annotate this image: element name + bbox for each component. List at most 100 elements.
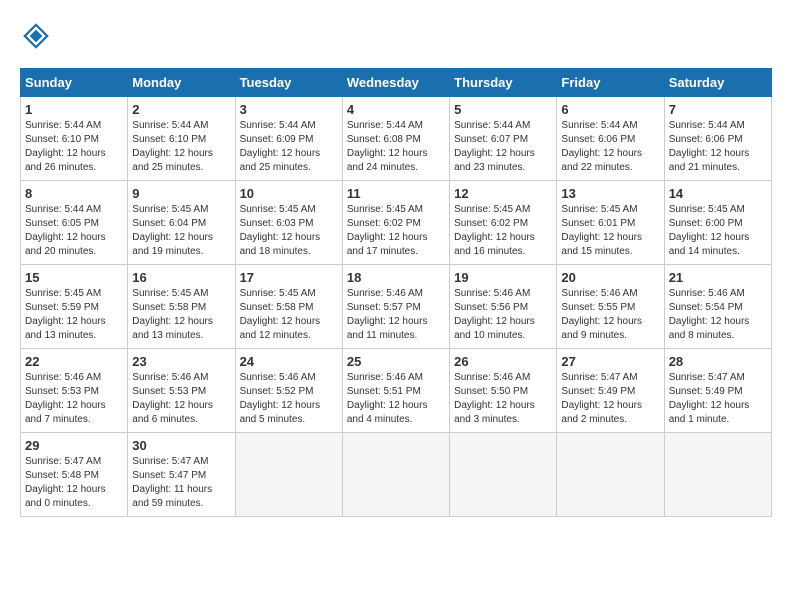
cell-details: Sunrise: 5:45 AM Sunset: 5:59 PM Dayligh… (25, 287, 123, 343)
day-number: 28 (669, 354, 767, 369)
calendar-week-row: 22 Sunrise: 5:46 AM Sunset: 5:53 PM Dayli… (21, 349, 772, 433)
cell-details: Sunrise: 5:47 AM Sunset: 5:49 PM Dayligh… (561, 371, 659, 427)
day-number: 30 (132, 438, 230, 453)
calendar-cell: 17 Sunrise: 5:45 AM Sunset: 5:58 PM Dayli… (235, 265, 342, 349)
cell-details: Sunrise: 5:45 AM Sunset: 6:01 PM Dayligh… (561, 203, 659, 259)
logo (20, 20, 56, 52)
calendar-cell: 22Sunrise: 5:46 AM Sunset: 5:53 PM Dayli… (21, 349, 128, 433)
cell-details: Sunrise: 5:45 AM Sunset: 5:58 PM Dayligh… (240, 287, 338, 343)
day-number: 17 (240, 270, 338, 285)
calendar-week-row: 15Sunrise: 5:45 AM Sunset: 5:59 PM Dayli… (21, 265, 772, 349)
day-number: 11 (347, 186, 445, 201)
cell-details: Sunrise: 5:44 AM Sunset: 6:06 PM Dayligh… (669, 119, 767, 175)
day-number: 26 (454, 354, 552, 369)
logo-icon (20, 20, 52, 52)
day-number: 16 (132, 270, 230, 285)
calendar-cell: 3Sunrise: 5:44 AM Sunset: 6:09 PM Daylig… (235, 97, 342, 181)
cell-details: Sunrise: 5:46 AM Sunset: 5:55 PM Dayligh… (561, 287, 659, 343)
cell-details: Sunrise: 5:45 AM Sunset: 6:02 PM Dayligh… (454, 203, 552, 259)
calendar-week-row: 29Sunrise: 5:47 AM Sunset: 5:48 PM Dayli… (21, 433, 772, 517)
calendar-cell: 26Sunrise: 5:46 AM Sunset: 5:50 PM Dayli… (450, 349, 557, 433)
cell-details: Sunrise: 5:46 AM Sunset: 5:51 PM Dayligh… (347, 371, 445, 427)
calendar-cell (235, 433, 342, 517)
day-number: 7 (669, 102, 767, 117)
weekday-header-wednesday: Wednesday (342, 69, 449, 97)
cell-details: Sunrise: 5:47 AM Sunset: 5:48 PM Dayligh… (25, 455, 123, 511)
cell-details: Sunrise: 5:44 AM Sunset: 6:07 PM Dayligh… (454, 119, 552, 175)
calendar-header: SundayMondayTuesdayWednesdayThursdayFrid… (21, 69, 772, 97)
cell-details: Sunrise: 5:46 AM Sunset: 5:52 PM Dayligh… (240, 371, 338, 427)
calendar-cell: 20 Sunrise: 5:46 AM Sunset: 5:55 PM Dayli… (557, 265, 664, 349)
day-number: 13 (561, 186, 659, 201)
calendar-table: SundayMondayTuesdayWednesdayThursdayFrid… (20, 68, 772, 517)
day-number: 4 (347, 102, 445, 117)
cell-details: Sunrise: 5:45 AM Sunset: 6:03 PM Dayligh… (240, 203, 338, 259)
calendar-cell: 11 Sunrise: 5:45 AM Sunset: 6:02 PM Dayli… (342, 181, 449, 265)
day-number: 19 (454, 270, 552, 285)
weekday-header-tuesday: Tuesday (235, 69, 342, 97)
calendar-cell: 13 Sunrise: 5:45 AM Sunset: 6:01 PM Dayli… (557, 181, 664, 265)
page-header (20, 20, 772, 52)
cell-details: Sunrise: 5:46 AM Sunset: 5:54 PM Dayligh… (669, 287, 767, 343)
day-number: 25 (347, 354, 445, 369)
calendar-cell (557, 433, 664, 517)
day-number: 1 (25, 102, 123, 117)
calendar-cell: 6 Sunrise: 5:44 AM Sunset: 6:06 PM Daylig… (557, 97, 664, 181)
cell-details: Sunrise: 5:44 AM Sunset: 6:06 PM Dayligh… (561, 119, 659, 175)
day-number: 14 (669, 186, 767, 201)
calendar-cell: 23 Sunrise: 5:46 AM Sunset: 5:53 PM Dayli… (128, 349, 235, 433)
cell-details: Sunrise: 5:46 AM Sunset: 5:53 PM Dayligh… (132, 371, 230, 427)
cell-details: Sunrise: 5:45 AM Sunset: 6:00 PM Dayligh… (669, 203, 767, 259)
cell-details: Sunrise: 5:44 AM Sunset: 6:10 PM Dayligh… (25, 119, 123, 175)
cell-details: Sunrise: 5:44 AM Sunset: 6:08 PM Dayligh… (347, 119, 445, 175)
calendar-cell: 21 Sunrise: 5:46 AM Sunset: 5:54 PM Dayli… (664, 265, 771, 349)
day-number: 3 (240, 102, 338, 117)
cell-details: Sunrise: 5:45 AM Sunset: 5:58 PM Dayligh… (132, 287, 230, 343)
day-number: 9 (132, 186, 230, 201)
weekday-header-sunday: Sunday (21, 69, 128, 97)
cell-details: Sunrise: 5:44 AM Sunset: 6:10 PM Dayligh… (132, 119, 230, 175)
calendar-cell: 29Sunrise: 5:47 AM Sunset: 5:48 PM Dayli… (21, 433, 128, 517)
calendar-cell: 28 Sunrise: 5:47 AM Sunset: 5:49 PM Dayli… (664, 349, 771, 433)
calendar-cell (664, 433, 771, 517)
calendar-cell: 15Sunrise: 5:45 AM Sunset: 5:59 PM Dayli… (21, 265, 128, 349)
cell-details: Sunrise: 5:46 AM Sunset: 5:56 PM Dayligh… (454, 287, 552, 343)
calendar-week-row: 1 Sunrise: 5:44 AM Sunset: 6:10 PM Daylig… (21, 97, 772, 181)
cell-details: Sunrise: 5:46 AM Sunset: 5:57 PM Dayligh… (347, 287, 445, 343)
calendar-cell: 18 Sunrise: 5:46 AM Sunset: 5:57 PM Dayli… (342, 265, 449, 349)
day-number: 5 (454, 102, 552, 117)
day-number: 27 (561, 354, 659, 369)
day-number: 12 (454, 186, 552, 201)
weekday-header-row: SundayMondayTuesdayWednesdayThursdayFrid… (21, 69, 772, 97)
calendar-cell: 12 Sunrise: 5:45 AM Sunset: 6:02 PM Dayli… (450, 181, 557, 265)
calendar-cell: 27 Sunrise: 5:47 AM Sunset: 5:49 PM Dayli… (557, 349, 664, 433)
cell-details: Sunrise: 5:45 AM Sunset: 6:04 PM Dayligh… (132, 203, 230, 259)
cell-details: Sunrise: 5:45 AM Sunset: 6:02 PM Dayligh… (347, 203, 445, 259)
cell-details: Sunrise: 5:44 AM Sunset: 6:05 PM Dayligh… (25, 203, 123, 259)
calendar-week-row: 8 Sunrise: 5:44 AM Sunset: 6:05 PM Daylig… (21, 181, 772, 265)
calendar-cell: 16 Sunrise: 5:45 AM Sunset: 5:58 PM Dayli… (128, 265, 235, 349)
cell-details: Sunrise: 5:47 AM Sunset: 5:49 PM Dayligh… (669, 371, 767, 427)
calendar-cell: 10 Sunrise: 5:45 AM Sunset: 6:03 PM Dayli… (235, 181, 342, 265)
day-number: 18 (347, 270, 445, 285)
day-number: 2 (132, 102, 230, 117)
calendar-cell: 8 Sunrise: 5:44 AM Sunset: 6:05 PM Daylig… (21, 181, 128, 265)
calendar-cell: 1 Sunrise: 5:44 AM Sunset: 6:10 PM Daylig… (21, 97, 128, 181)
calendar-cell (342, 433, 449, 517)
weekday-header-monday: Monday (128, 69, 235, 97)
calendar-cell: 2 Sunrise: 5:44 AM Sunset: 6:10 PM Daylig… (128, 97, 235, 181)
day-number: 10 (240, 186, 338, 201)
calendar-cell: 25 Sunrise: 5:46 AM Sunset: 5:51 PM Dayli… (342, 349, 449, 433)
day-number: 8 (25, 186, 123, 201)
calendar-cell: 30Sunrise: 5:47 AM Sunset: 5:47 PM Dayli… (128, 433, 235, 517)
weekday-header-thursday: Thursday (450, 69, 557, 97)
calendar-cell: 24Sunrise: 5:46 AM Sunset: 5:52 PM Dayli… (235, 349, 342, 433)
weekday-header-saturday: Saturday (664, 69, 771, 97)
day-number: 21 (669, 270, 767, 285)
calendar-cell: 7 Sunrise: 5:44 AM Sunset: 6:06 PM Daylig… (664, 97, 771, 181)
day-number: 20 (561, 270, 659, 285)
calendar-body: 1 Sunrise: 5:44 AM Sunset: 6:10 PM Daylig… (21, 97, 772, 517)
day-number: 6 (561, 102, 659, 117)
day-number: 22 (25, 354, 123, 369)
day-number: 23 (132, 354, 230, 369)
